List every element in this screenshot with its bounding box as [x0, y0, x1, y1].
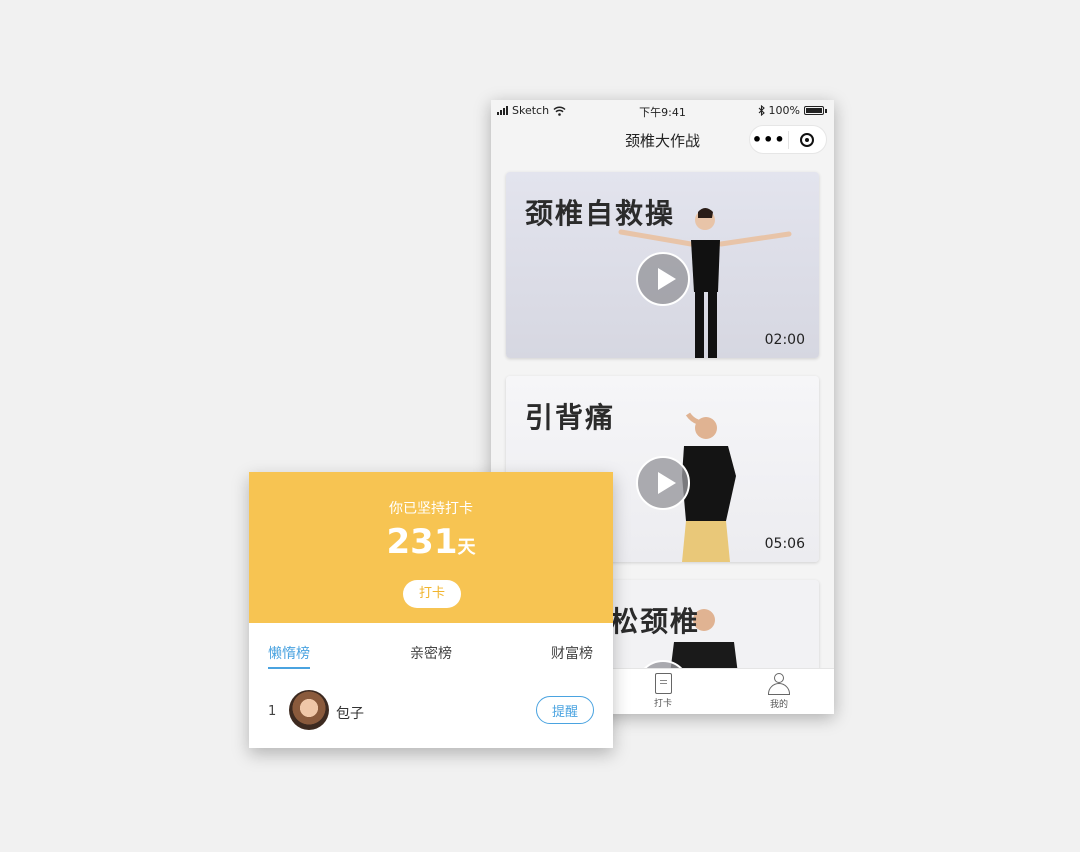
remind-button[interactable]: 提醒	[536, 696, 594, 724]
document-icon	[654, 673, 672, 694]
user-name: 包子	[336, 706, 364, 722]
play-icon[interactable]	[636, 456, 690, 510]
video-duration: 02:00	[764, 332, 805, 348]
status-bar: Sketch 下午9:41 100%	[491, 100, 834, 120]
avatar	[289, 690, 329, 730]
user-icon	[767, 673, 791, 695]
battery-cap	[825, 108, 827, 113]
video-duration: 05:06	[764, 536, 805, 552]
bluetooth-icon	[758, 105, 765, 116]
checkin-button[interactable]: 打卡	[403, 580, 461, 608]
more-icon[interactable]: •••	[750, 126, 788, 153]
video-title: 松颈椎	[610, 605, 701, 638]
streak-days: 231	[386, 522, 458, 562]
tab-mine-label: 我的	[769, 700, 788, 710]
status-right: 100%	[758, 104, 827, 117]
close-target-icon[interactable]	[788, 126, 826, 153]
streak-label: 你已坚持打卡	[389, 501, 473, 517]
video-title: 颈椎自救操	[525, 197, 676, 230]
streak-header: 你已坚持打卡 231天 打卡	[249, 472, 613, 623]
streak-unit: 天	[457, 537, 476, 558]
video-card[interactable]: 颈椎自救操 02:00	[506, 172, 819, 358]
battery-icon	[804, 106, 824, 115]
play-icon[interactable]	[636, 252, 690, 306]
tab-lazy-ranking[interactable]: 懒惰榜	[268, 643, 310, 669]
tab-mine[interactable]: 我的	[749, 673, 809, 710]
checkin-panel: 你已坚持打卡 231天 打卡 懒惰榜 亲密榜 财富榜 1 包子 提醒	[249, 472, 613, 748]
battery-label: 100%	[768, 104, 800, 117]
streak-count: 231天	[249, 522, 613, 562]
tab-checkin[interactable]: 打卡	[633, 673, 693, 709]
tab-intimacy-ranking[interactable]: 亲密榜	[410, 643, 452, 663]
video-title: 引背痛	[525, 401, 616, 434]
nav-bar: 颈椎大作战 •••	[491, 120, 834, 160]
mini-program-capsule: •••	[749, 125, 827, 154]
tab-checkin-label: 打卡	[653, 699, 672, 709]
tab-wealth-ranking[interactable]: 财富榜	[551, 643, 593, 663]
rank-number: 1	[268, 704, 277, 719]
